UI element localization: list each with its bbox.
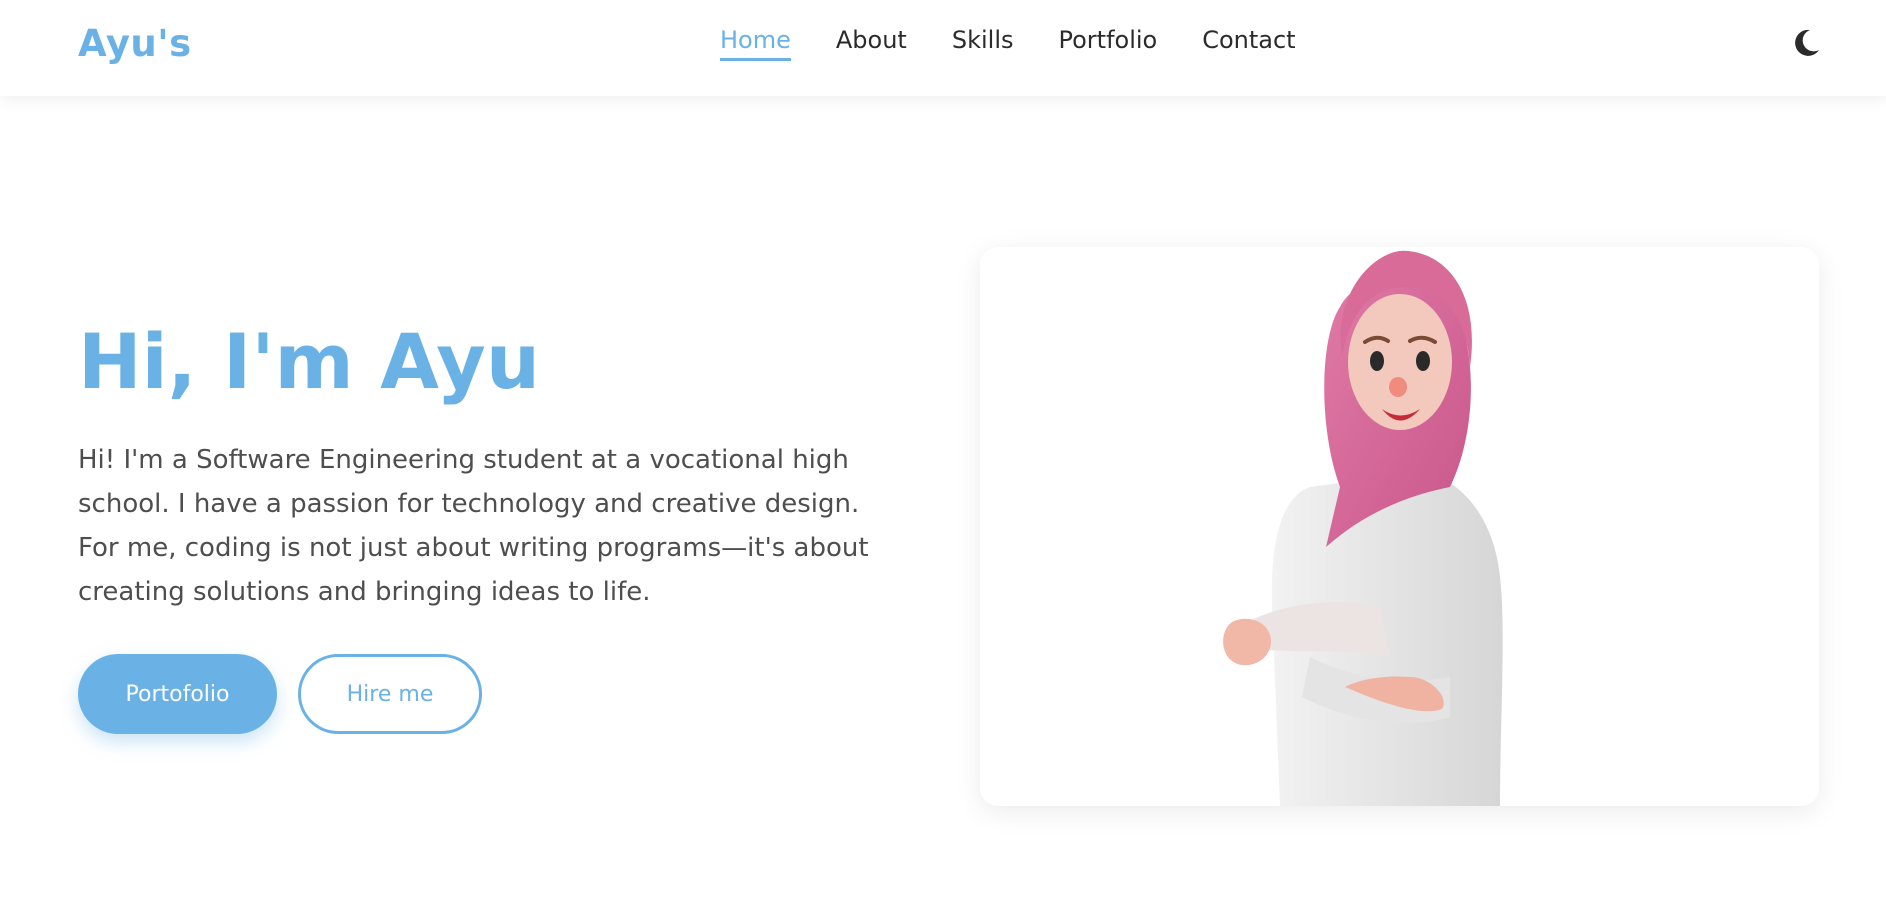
hero-actions: Portofolio Hire me — [78, 654, 482, 734]
nav-link-skills[interactable]: Skills — [952, 26, 1014, 61]
hero-description: Hi! I'm a Software Engineering student a… — [78, 445, 869, 607]
moon-icon[interactable] — [1793, 28, 1821, 58]
hero-title: Hi, I'm Ayu — [78, 317, 540, 406]
hero-intro: Hi, I'm Ayu Hi! I'm a Software Engineeri… — [78, 312, 918, 614]
nav-link-portfolio[interactable]: Portfolio — [1058, 26, 1157, 61]
hire-me-button[interactable]: Hire me — [298, 654, 482, 734]
site-logo[interactable]: Ayu's — [78, 22, 192, 65]
portfolio-button[interactable]: Portofolio — [78, 654, 277, 734]
nav-menu: Home About Skills Portfolio Contact — [720, 26, 1296, 61]
nav-link-about[interactable]: About — [836, 26, 907, 61]
nav-link-contact[interactable]: Contact — [1202, 26, 1295, 61]
nav-link-home[interactable]: Home — [720, 26, 791, 61]
hero-image-card — [980, 247, 1819, 806]
navbar: Ayu's Home About Skills Portfolio Contac… — [0, 0, 1886, 96]
avatar-illustration — [1223, 250, 1503, 806]
